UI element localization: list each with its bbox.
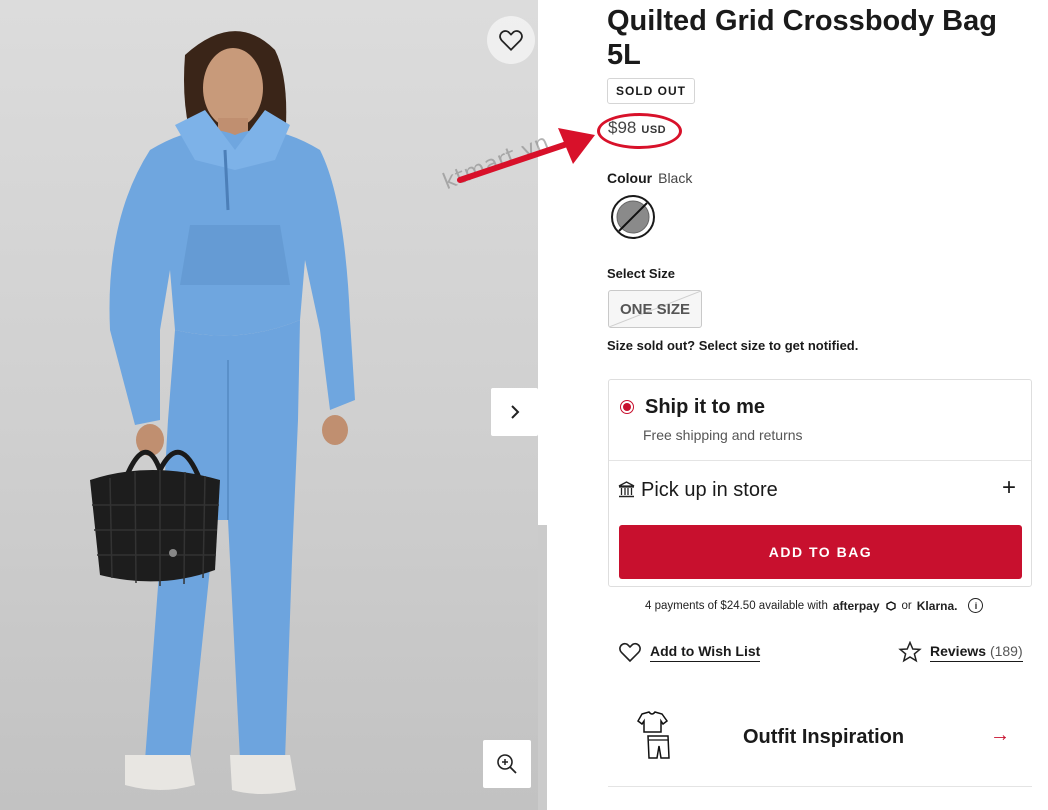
zoom-button[interactable] — [483, 740, 531, 788]
installments-or: or — [901, 599, 912, 612]
annotation-arrow — [457, 128, 595, 183]
reviews-count: (189) — [989, 642, 1023, 659]
size-option-one-size[interactable]: ONE SIZE — [608, 290, 702, 328]
colour-label-row: Colour Black — [607, 170, 692, 186]
colour-label: Colour — [607, 170, 653, 186]
info-icon[interactable]: i — [968, 598, 984, 613]
zoom-in-icon — [497, 754, 517, 774]
installments-text: 4 payments of $24.50 available with — [645, 599, 828, 612]
wishlist-heart-button[interactable] — [487, 16, 535, 64]
afterpay-logo[interactable]: afterpay — [833, 599, 880, 613]
radio-selected-dot — [623, 403, 631, 411]
next-image-button[interactable] — [491, 388, 538, 436]
reviews-label: Reviews (189) — [930, 643, 1023, 662]
ship-it-to-me-option[interactable]: Ship it to me Free shipping and returns — [609, 380, 1031, 461]
reviews-text: Reviews — [930, 642, 987, 659]
add-to-wishlist-link[interactable]: Add to Wish List — [618, 641, 761, 663]
outfit-icon — [637, 711, 670, 759]
heart-icon — [619, 642, 641, 663]
sold-out-badge: SOLD OUT — [607, 78, 695, 104]
ship-radio[interactable] — [620, 400, 634, 414]
ship-subtitle: Free shipping and returns — [643, 427, 803, 443]
colour-swatch-black[interactable] — [611, 195, 655, 239]
afterpay-icon — [885, 600, 896, 611]
wishlist-label: Add to Wish List — [650, 643, 761, 662]
pickup-label: Pick up in store — [641, 479, 778, 501]
installments-info: 4 payments of $24.50 available with afte… — [645, 598, 984, 613]
klarna-logo[interactable]: Klarna. — [917, 599, 958, 613]
star-icon — [898, 641, 922, 663]
outfit-inspiration-label: Outfit Inspiration — [743, 726, 905, 748]
reviews-link[interactable]: Reviews (189) — [898, 641, 1023, 663]
chevron-right-icon — [510, 405, 519, 419]
expand-plus-icon[interactable]: + — [1002, 474, 1016, 502]
gallery-divider-strip — [538, 525, 547, 810]
colour-value: Black — [658, 170, 693, 186]
heart-icon — [499, 30, 523, 51]
size-label: Select Size — [607, 266, 675, 281]
outfit-inspiration-card[interactable]: Outfit Inspiration → — [608, 690, 1032, 787]
unavailable-swatch-icon — [616, 200, 650, 234]
size-sold-out-note: Size sold out? Select size to get notifi… — [607, 338, 859, 353]
pick-up-in-store-option[interactable]: Pick up in store + — [609, 460, 1031, 518]
store-icon — [618, 481, 635, 498]
product-title: Quilted Grid Crossbody Bag 5L — [607, 5, 997, 71]
ship-title: Ship it to me — [645, 396, 765, 418]
size-option-label: ONE SIZE — [619, 300, 690, 318]
price-annotation-circle — [597, 113, 682, 149]
add-to-bag-button[interactable]: ADD TO BAG — [619, 525, 1022, 579]
arrow-right-icon: → — [990, 724, 1010, 746]
